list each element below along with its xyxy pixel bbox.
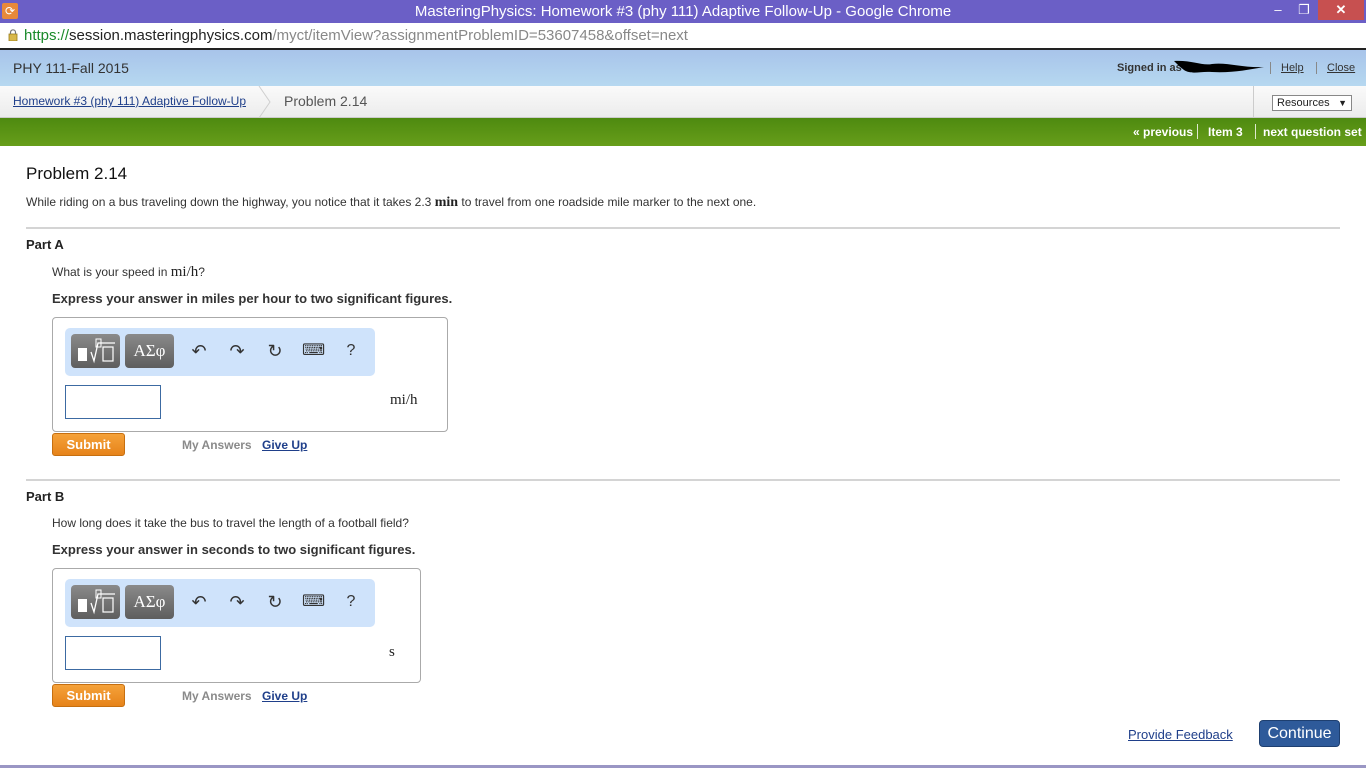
part-a-heading: Part A <box>26 237 64 252</box>
keyboard-icon[interactable]: ⌨ <box>302 591 325 613</box>
part-b-unit: s <box>389 644 395 660</box>
previous-link[interactable]: « previous <box>1133 125 1193 139</box>
question-unit: mi/h <box>170 264 199 280</box>
part-b-question: How long does it take the bus to travel … <box>52 516 409 530</box>
reset-icon[interactable]: ↻ <box>264 591 286 613</box>
templates-button[interactable] <box>71 585 120 619</box>
undo-icon[interactable]: ↶ <box>188 340 210 362</box>
question-mark: ? <box>198 265 205 279</box>
intro-text: While riding on a bus traveling down the… <box>26 195 435 209</box>
browser-title-bar: ⟳ MasteringPhysics: Homework #3 (phy 111… <box>0 0 1366 23</box>
redacted-username <box>1174 60 1264 73</box>
part-a-unit: mi/h <box>390 392 418 408</box>
help-link[interactable]: Help <box>1281 62 1304 74</box>
part-b-answer-input[interactable] <box>65 636 161 670</box>
help-icon[interactable]: ? <box>340 591 362 613</box>
breadcrumb-divider <box>1253 86 1254 118</box>
part-b-answer-box: ΑΣφ ↶ ↷ ↻ ⌨ ? s <box>52 568 421 683</box>
address-bar[interactable]: https://session.masteringphysics.com/myc… <box>0 23 1366 50</box>
course-name: PHY 111-Fall 2015 <box>13 60 129 76</box>
part-b-give-up-link[interactable]: Give Up <box>262 689 307 703</box>
next-question-set-link[interactable]: next question set <box>1263 125 1362 139</box>
part-b-submit-button[interactable]: Submit <box>52 684 125 707</box>
part-a-submit-button[interactable]: Submit <box>52 433 125 456</box>
part-b-heading: Part B <box>26 489 65 504</box>
problem-title: Problem 2.14 <box>26 164 128 183</box>
course-header: PHY 111-Fall 2015 Signed in as Help Clos… <box>0 50 1366 86</box>
window-title: MasteringPhysics: Homework #3 (phy 111) … <box>414 3 952 20</box>
lock-icon <box>8 29 18 41</box>
header-separator <box>1270 62 1271 74</box>
part-a-instruction: Express your answer in miles per hour to… <box>52 291 453 306</box>
restore-icon[interactable]: ❐ <box>1290 0 1318 20</box>
templates-icon <box>78 338 115 364</box>
part-a-my-answers: My Answers <box>182 438 252 452</box>
continue-button[interactable]: Continue <box>1259 720 1340 747</box>
symbols-button[interactable]: ΑΣφ <box>125 585 174 619</box>
breadcrumb: Homework #3 (phy 111) Adaptive Follow-Up… <box>0 86 1366 118</box>
part-a-answer-input[interactable] <box>65 385 161 419</box>
url-text[interactable]: https://session.masteringphysics.com/myc… <box>24 27 688 44</box>
problem-statement: While riding on a bus traveling down the… <box>26 195 756 211</box>
part-b-instruction: Express your answer in seconds to two si… <box>52 542 416 557</box>
item-number: Item 3 <box>1208 125 1243 139</box>
part-a-answer-box: ΑΣφ ↶ ↷ ↻ ⌨ ? mi/h <box>52 317 448 432</box>
math-toolbar: ΑΣφ ↶ ↷ ↻ ⌨ ? <box>65 328 375 376</box>
url-host: session.masteringphysics.com <box>69 27 273 44</box>
symbols-button[interactable]: ΑΣφ <box>125 334 174 368</box>
redo-icon[interactable]: ↷ <box>226 340 248 362</box>
dropdown-arrow-icon: ▼ <box>1338 98 1347 108</box>
header-separator <box>1316 62 1317 74</box>
undo-icon[interactable]: ↶ <box>188 591 210 613</box>
breadcrumb-chevron-icon <box>258 86 271 118</box>
intro-text-end: to travel from one roadside mile marker … <box>458 195 757 209</box>
breadcrumb-current: Problem 2.14 <box>284 93 368 109</box>
divider <box>26 227 1340 229</box>
keyboard-icon[interactable]: ⌨ <box>302 340 325 362</box>
breadcrumb-assignment-link[interactable]: Homework #3 (phy 111) Adaptive Follow-Up <box>13 94 246 108</box>
url-path: /myct/itemView?assignmentProblemID=53607… <box>272 27 688 44</box>
intro-unit: min <box>434 195 459 210</box>
divider <box>26 479 1340 481</box>
close-icon[interactable]: ✕ <box>1318 0 1364 20</box>
math-toolbar: ΑΣφ ↶ ↷ ↻ ⌨ ? <box>65 579 375 627</box>
nav-separator <box>1197 124 1198 139</box>
problem-content: Problem 2.14 While riding on a bus trave… <box>0 146 1366 768</box>
part-b-my-answers: My Answers <box>182 689 252 703</box>
item-navigation-bar: « previous Item 3 next question set <box>0 118 1366 146</box>
reset-icon[interactable]: ↻ <box>264 340 286 362</box>
close-link[interactable]: Close <box>1327 62 1355 74</box>
resources-label: Resources <box>1277 97 1330 109</box>
question-text: What is your speed in <box>52 265 171 279</box>
minimize-icon[interactable]: ‒ <box>1264 0 1292 20</box>
redo-icon[interactable]: ↷ <box>226 591 248 613</box>
url-scheme: https:// <box>24 27 70 44</box>
part-a-question: What is your speed in mi/h? <box>52 264 205 281</box>
part-a-give-up-link[interactable]: Give Up <box>262 438 307 452</box>
help-icon[interactable]: ? <box>340 340 362 362</box>
provide-feedback-link[interactable]: Provide Feedback <box>1128 727 1233 742</box>
resources-dropdown[interactable]: Resources ▼ <box>1272 95 1352 111</box>
nav-separator <box>1255 124 1256 139</box>
templates-button[interactable] <box>71 334 120 368</box>
templates-icon <box>78 589 115 615</box>
